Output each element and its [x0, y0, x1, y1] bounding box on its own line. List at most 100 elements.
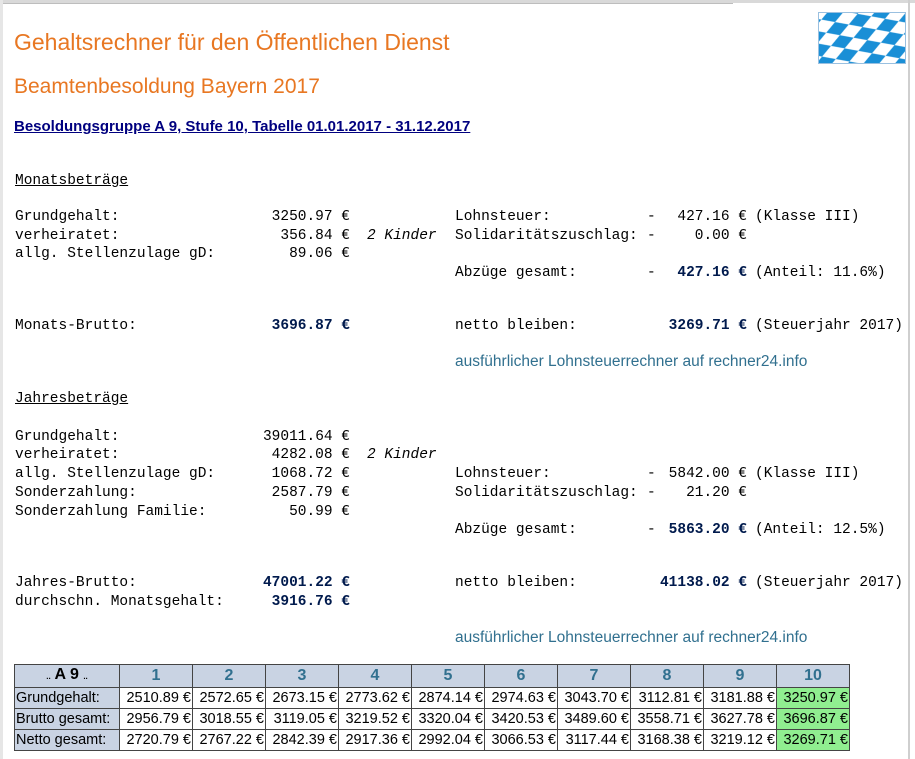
table-cell: 3168.38 € [630, 729, 704, 751]
bavaria-flag-icon [818, 12, 906, 64]
yearly-basic-label: Grundgehalt: [15, 429, 120, 445]
table-cell: 2767.22 € [192, 729, 266, 751]
yearly-avg-label: durchschn. Monatsgehalt: [15, 594, 224, 610]
monthly-tax-value: 427.16 € [677, 209, 747, 225]
table-cell: 3043.70 € [557, 687, 631, 709]
pay-scale-table: .. A 9 .. 1 2 3 4 5 6 7 8 9 10 Grundgeha… [14, 664, 850, 751]
column-header: 5 [411, 664, 485, 688]
table-row: Brutto gesamt: 2956.79 € 3018.55 € 3119.… [14, 708, 850, 730]
table-cell-highlighted: 3250.97 € [776, 687, 850, 709]
table-cell: 3489.60 € [557, 708, 631, 730]
yearly-soli-value: 21.20 € [686, 485, 747, 501]
corner-suffix: .. [83, 672, 88, 681]
window-tab-strip [3, 0, 733, 4]
table-cell: 2874.14 € [411, 687, 485, 709]
table-cell: 3320.04 € [411, 708, 485, 730]
window-left-edge [0, 0, 3, 759]
monthly-allowance-value: 89.06 € [289, 246, 350, 262]
tax-calculator-link[interactable]: ausführlicher Lohnsteuerrechner auf rech… [455, 353, 807, 371]
table-cell: 2510.89 € [119, 687, 193, 709]
yearly-deductions-share: (Anteil: 12.5%) [755, 522, 886, 538]
table-cell: 3066.53 € [484, 729, 558, 751]
table-cell: 3558.71 € [630, 708, 704, 730]
column-header: 7 [557, 664, 631, 688]
yearly-section-heading: Jahresbeträge [15, 391, 129, 407]
yearly-deductions-label: Abzüge gesamt: [455, 522, 577, 538]
monthly-allowance-label: allg. Stellenzulage gD: [15, 246, 216, 262]
yearly-tax-label: Lohnsteuer: [455, 466, 551, 482]
column-header: 10 [776, 664, 850, 688]
yearly-allowance-value: 1068.72 € [271, 466, 350, 482]
yearly-basic-value: 39011.64 € [262, 429, 350, 445]
yearly-family-bonus-value: 50.99 € [289, 504, 350, 520]
table-cell: 3119.05 € [265, 708, 339, 730]
monthly-basic-label: Grundgehalt: [15, 209, 120, 225]
table-cell: 3219.52 € [338, 708, 412, 730]
table-cell: 2720.79 € [119, 729, 193, 751]
yearly-bonus-label: Sonderzahlung: [15, 485, 137, 501]
table-cell: 3420.53 € [484, 708, 558, 730]
table-cell: 3117.44 € [557, 729, 631, 751]
table-cell: 2673.15 € [265, 687, 339, 709]
table-corner-cell: .. A 9 .. [14, 664, 120, 688]
table-header-row: .. A 9 .. 1 2 3 4 5 6 7 8 9 10 [14, 664, 850, 688]
table-cell: 2974.63 € [484, 687, 558, 709]
monthly-section-heading: Monatsbeträge [15, 173, 129, 189]
table-cell: 2842.39 € [265, 729, 339, 751]
yearly-family-bonus-label: Sonderzahlung Familie: [15, 504, 207, 520]
table-cell: 2992.04 € [411, 729, 485, 751]
yearly-tax-year: (Steuerjahr 2017) [755, 575, 903, 591]
yearly-net-label: netto bleiben: [455, 575, 577, 591]
tax-calculator-link-yearly[interactable]: ausführlicher Lohnsteuerrechner auf rech… [455, 629, 807, 647]
table-cell: 3018.55 € [192, 708, 266, 730]
yearly-tax-class: (Klasse III) [755, 466, 860, 482]
pay-grade-heading: Besoldungsgruppe A 9, Stufe 10, Tabelle … [14, 118, 471, 135]
monthly-basic-value: 3250.97 € [271, 209, 350, 225]
monthly-soli-value: 0.00 € [694, 228, 747, 244]
table-cell: 3219.12 € [703, 729, 777, 751]
column-header: 4 [338, 664, 412, 688]
row-label: Netto gesamt: [14, 729, 120, 751]
yearly-married-label: verheiratet: [15, 447, 120, 463]
column-header: 8 [630, 664, 704, 688]
monthly-tax-class: (Klasse III) [755, 209, 860, 225]
table-row: Netto gesamt: 2720.79 € 2767.22 € 2842.3… [14, 729, 850, 751]
table-cell: 3181.88 € [703, 687, 777, 709]
yearly-gross-value: 47001.22 € [262, 575, 350, 591]
scrollbar-track[interactable] [908, 0, 910, 759]
column-header: 2 [192, 664, 266, 688]
monthly-gross-label: Monats-Brutto: [15, 318, 137, 334]
yearly-avg-value: 3916.76 € [271, 594, 350, 610]
monthly-deductions-value: 427.16 € [677, 265, 747, 281]
monthly-net-label: netto bleiben: [455, 318, 577, 334]
table-row: Grundgehalt: 2510.89 € 2572.65 € 2673.15… [14, 687, 850, 709]
page-subtitle: Beamtenbesoldung Bayern 2017 [14, 75, 320, 98]
monthly-gross-value: 3696.87 € [271, 318, 350, 334]
table-cell: 3627.78 € [703, 708, 777, 730]
monthly-soli-label: Solidaritätszuschlag: [455, 228, 638, 244]
table-cell: 2956.79 € [119, 708, 193, 730]
monthly-children-note: 2 Kinder [367, 228, 437, 244]
monthly-net-value: 3269.71 € [668, 318, 747, 334]
table-cell: 2572.65 € [192, 687, 266, 709]
column-header: 1 [119, 664, 193, 688]
monthly-deductions-share: (Anteil: 11.6%) [755, 265, 886, 281]
monthly-tax-label: Lohnsteuer: [455, 209, 551, 225]
monthly-married-label: verheiratet: [15, 228, 120, 244]
yearly-allowance-label: allg. Stellenzulage gD: [15, 466, 216, 482]
yearly-bonus-value: 2587.79 € [271, 485, 350, 501]
corner-prefix: .. [46, 672, 51, 681]
table-cell: 2773.62 € [338, 687, 412, 709]
yearly-deductions-value: 5863.20 € [668, 522, 747, 538]
table-cell-highlighted: 3696.87 € [776, 708, 850, 730]
monthly-deductions-label: Abzüge gesamt: [455, 265, 577, 281]
yearly-net-value: 41138.02 € [659, 575, 747, 591]
row-label: Brutto gesamt: [14, 708, 120, 730]
table-cell: 2917.36 € [338, 729, 412, 751]
column-header: 3 [265, 664, 339, 688]
yearly-soli-label: Solidaritätszuschlag: [455, 485, 638, 501]
column-header: 6 [484, 664, 558, 688]
yearly-tax-value: 5842.00 € [668, 466, 747, 482]
row-label: Grundgehalt: [14, 687, 120, 709]
yearly-married-value: 4282.08 € [271, 447, 350, 463]
